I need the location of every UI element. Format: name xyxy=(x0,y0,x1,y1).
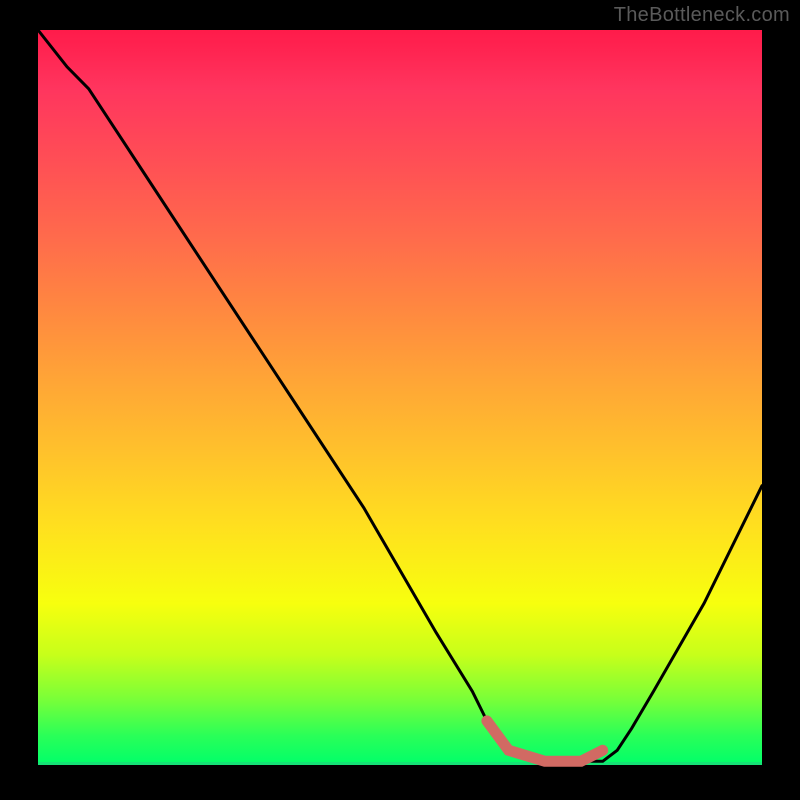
watermark-text: TheBottleneck.com xyxy=(614,4,790,27)
chart-frame: TheBottleneck.com xyxy=(0,0,800,800)
main-curve xyxy=(38,30,762,761)
trough-highlight xyxy=(487,721,603,761)
curve-layer xyxy=(38,30,762,765)
